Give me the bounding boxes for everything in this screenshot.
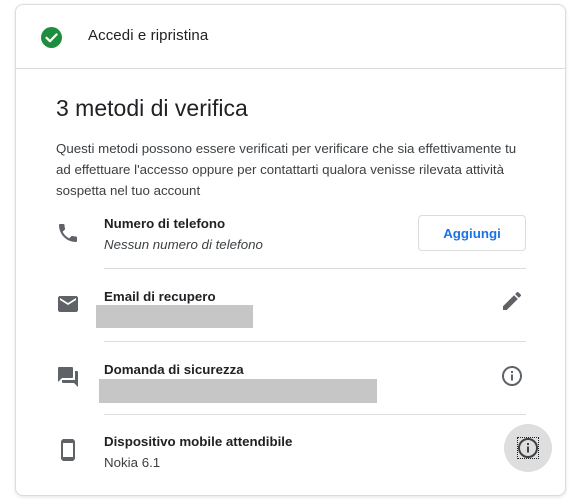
add-phone-button[interactable]: Aggiungi (418, 215, 526, 251)
method-row-phone[interactable]: Numero di telefono Nessun numero di tele… (56, 213, 526, 269)
info-button[interactable] (504, 424, 552, 472)
section-description: Questi metodi possono essere verificati … (56, 141, 517, 198)
card-header: Accedi e ripristina (16, 5, 565, 69)
method-subtitle: Nokia 6.1 (104, 455, 161, 470)
row-divider (104, 341, 526, 342)
redacted-email (96, 305, 253, 328)
info-icon[interactable] (516, 436, 540, 460)
phone-icon (56, 221, 80, 245)
edit-pencil-icon[interactable] (500, 289, 524, 313)
method-title: Domanda di sicurezza (104, 362, 244, 377)
method-title: Dispositivo mobile attendibile (104, 434, 293, 449)
check-circle-icon (41, 27, 62, 48)
header-title: Accedi e ripristina (88, 27, 209, 44)
chat-bubble-icon (56, 365, 80, 389)
email-icon (56, 292, 80, 316)
method-title: Email di recupero (104, 289, 216, 304)
method-subtitle: Nessun numero di telefono (104, 237, 263, 252)
section-title: 3 metodi di verifica (56, 95, 248, 121)
redacted-question (99, 379, 377, 403)
row-divider (104, 268, 526, 269)
method-row-recovery-email[interactable]: Email di recupero (56, 283, 526, 339)
smartphone-icon (56, 438, 80, 462)
method-row-trusted-device[interactable]: Dispositivo mobile attendibile Nokia 6.1 (56, 424, 552, 485)
info-icon[interactable] (500, 364, 524, 388)
sign-in-recovery-card: Accedi e ripristina 3 metodi di verifica… (15, 4, 566, 496)
row-divider (104, 414, 526, 415)
method-title: Numero di telefono (104, 216, 226, 231)
method-row-security-question[interactable]: Domanda di sicurezza (56, 356, 526, 412)
